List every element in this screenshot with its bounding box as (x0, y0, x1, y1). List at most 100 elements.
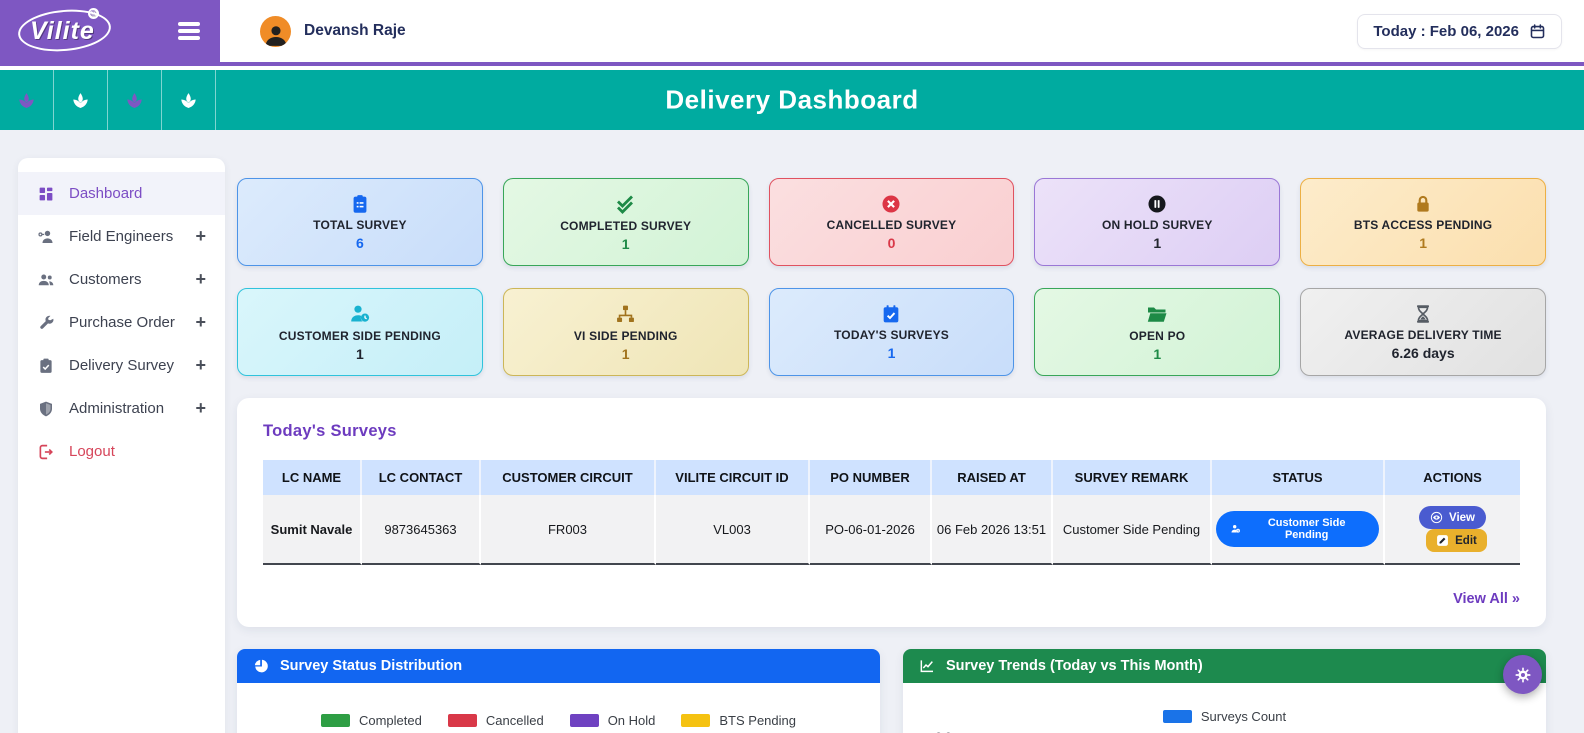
wrench-icon (40, 315, 54, 329)
status-badge-label: Customer Side Pending (1267, 517, 1346, 541)
sidebar-item-label: Logout (69, 443, 115, 460)
sidebar: Dashboard Field Engineers + Customers + … (18, 158, 225, 733)
view-button[interactable]: View (1419, 506, 1486, 529)
stat-label: OPEN PO (1129, 329, 1186, 343)
col-status: STATUS (1212, 460, 1385, 495)
todays-surveys-card: Today's Surveys LC NAME LC CONTACT CUSTO… (237, 398, 1546, 627)
sidebar-item-field-engineers[interactable]: Field Engineers + (18, 215, 225, 258)
users-icon (38, 274, 54, 285)
pie-chart-icon (254, 659, 268, 673)
expand-plus-icon[interactable]: + (195, 398, 206, 419)
expand-plus-icon[interactable]: + (195, 269, 206, 290)
stat-value: 1 (621, 236, 630, 252)
surveys-table: LC NAME LC CONTACT CUSTOMER CIRCUIT VILI… (263, 460, 1520, 565)
clipboard-check-icon (40, 358, 52, 373)
cell-lc-contact: 9873645363 (362, 495, 481, 565)
top-header: Vilite ® Devansh Raje Today : Feb 06, 20… (0, 0, 1584, 62)
sidebar-item-customers[interactable]: Customers + (18, 258, 225, 301)
col-vilite-circuit-id: VILITE CIRCUIT ID (656, 460, 810, 495)
stat-card-open-po[interactable]: OPEN PO 1 (1034, 288, 1281, 376)
pencil-icon (1437, 535, 1449, 546)
stat-card-completed-survey[interactable]: COMPLETED SURVEY 1 (502, 178, 749, 266)
sidebar-item-administration[interactable]: Administration + (18, 387, 225, 430)
view-button-label: View (1449, 511, 1475, 524)
expand-plus-icon[interactable]: + (195, 226, 206, 247)
cell-actions: View Edit (1385, 495, 1520, 565)
stat-card-customer-side-pending[interactable]: CUSTOMER SIDE PENDING 1 (237, 288, 483, 376)
stat-card-vi-side-pending[interactable]: VI SIDE PENDING 1 (502, 288, 749, 376)
lock-icon (1417, 195, 1429, 212)
expand-plus-icon[interactable]: + (195, 312, 206, 333)
double-check-icon (616, 195, 633, 214)
stat-value: 6 (356, 235, 364, 251)
legend-swatch (320, 714, 350, 727)
table-row: Sumit Navale 9873645363 FR003 VL003 PO-0… (263, 495, 1520, 565)
chart-title: Survey Status Distribution (280, 658, 463, 674)
settings-fab[interactable] (1503, 655, 1542, 694)
calendar-check-icon (884, 305, 899, 323)
stat-card-todays-surveys[interactable]: TODAY'S SURVEYS 1 (768, 288, 1015, 376)
pie-legend: Completed Cancelled On Hold BTS Pending … (237, 713, 880, 733)
sitemap-icon (617, 305, 635, 322)
col-survey-remark: SURVEY REMARK (1053, 460, 1212, 495)
trends-legend: Surveys Count (903, 709, 1546, 724)
sidebar-item-label: Delivery Survey (69, 357, 175, 374)
cell-raised-at: 06 Feb 2026 13:51 (932, 495, 1053, 565)
date-chip[interactable]: Today : Feb 06, 2026 (1357, 13, 1562, 49)
page-banner: Delivery Dashboard (0, 70, 1584, 130)
legend-swatch (1162, 710, 1192, 723)
legend-swatch (569, 714, 599, 727)
stat-label: ON HOLD SURVEY (1101, 218, 1213, 232)
person-icon (265, 25, 286, 46)
legend-item: Cancelled (447, 713, 544, 728)
stat-card-bts-access-pending[interactable]: BTS ACCESS PENDING 1 (1300, 178, 1546, 266)
folder-open-icon (1148, 307, 1167, 322)
main-content: TOTAL SURVEY 6 COMPLETED SURVEY 1 CANCEL… (237, 158, 1546, 733)
stat-label: VI SIDE PENDING (573, 328, 678, 343)
col-lc-name: LC NAME (263, 460, 362, 495)
x-circle-icon (882, 195, 901, 213)
sidebar-item-label: Customers (69, 271, 142, 288)
col-raised-at: RAISED AT (932, 460, 1053, 495)
stat-value: 0 (887, 235, 896, 251)
stat-label: CANCELLED SURVEY (826, 218, 957, 232)
stat-value: 1 (356, 346, 364, 362)
dashboard-grid-icon (39, 187, 53, 201)
sidebar-item-logout[interactable]: Logout (18, 430, 225, 473)
stat-label: COMPLETED SURVEY (560, 219, 692, 233)
stat-card-total-survey[interactable]: TOTAL SURVEY 6 (237, 178, 483, 266)
col-actions: ACTIONS (1385, 460, 1520, 495)
stat-card-average-delivery-time[interactable]: AVERAGE DELIVERY TIME 6.26 days (1300, 288, 1546, 376)
sidebar-item-purchase-order[interactable]: Purchase Order + (18, 301, 225, 344)
chart-title: Survey Trends (Today vs This Month) (946, 658, 1203, 674)
sidebar-item-delivery-survey[interactable]: Delivery Survey + (18, 344, 225, 387)
table-header-row: LC NAME LC CONTACT CUSTOMER CIRCUIT VILI… (263, 460, 1520, 495)
stat-value: 1 (887, 345, 896, 361)
view-all-link[interactable]: View All » (263, 591, 1520, 607)
shield-icon (40, 401, 52, 416)
sidebar-item-label: Field Engineers (69, 228, 174, 245)
stat-card-cancelled-survey[interactable]: CANCELLED SURVEY 0 (768, 178, 1015, 266)
legend-item: Completed (320, 713, 422, 728)
survey-status-distribution-card: Survey Status Distribution Completed Can… (237, 649, 880, 733)
hamburger-menu-icon[interactable] (178, 22, 200, 40)
legend-swatch (447, 714, 477, 727)
stat-card-on-hold-survey[interactable]: ON HOLD SURVEY 1 (1034, 178, 1281, 266)
stat-value: 1 (1419, 235, 1427, 251)
brand-text: Vilite (30, 16, 95, 45)
legend-item: BTS Pending (681, 713, 796, 728)
stat-label: TOTAL SURVEY (313, 218, 407, 232)
col-po-number: PO NUMBER (810, 460, 932, 495)
vilite-logo: Vilite ® (30, 7, 99, 46)
todays-surveys-title: Today's Surveys (263, 422, 397, 440)
legend-swatch (681, 714, 711, 727)
calendar-icon (1530, 23, 1545, 38)
sidebar-item-dashboard[interactable]: Dashboard (18, 172, 225, 215)
sidebar-item-label: Dashboard (69, 185, 143, 202)
user-profile[interactable]: Devansh Raje (260, 15, 406, 47)
expand-plus-icon[interactable]: + (195, 355, 206, 376)
stat-value: 6.26 days (1391, 345, 1455, 361)
edit-button[interactable]: Edit (1426, 529, 1487, 552)
cell-po-number: PO-06-01-2026 (810, 495, 932, 565)
hourglass-icon (1417, 305, 1430, 323)
